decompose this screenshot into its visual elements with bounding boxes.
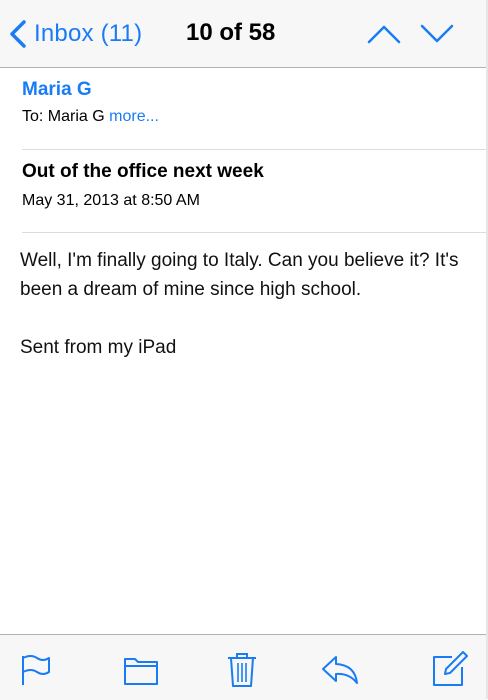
message-date: May 31, 2013 at 8:50 AM <box>22 192 200 209</box>
chevron-left-icon <box>10 20 26 48</box>
back-to-inbox-button[interactable]: Inbox (11) <box>8 14 142 54</box>
message-view: Maria G To: Maria G more... Out of the o… <box>0 68 487 700</box>
folder-icon <box>124 658 158 685</box>
bottom-toolbar <box>0 634 487 700</box>
chevron-up-icon <box>367 25 401 44</box>
previous-message-button[interactable] <box>366 20 402 48</box>
compose-icon <box>433 651 468 686</box>
back-label: Inbox (11) <box>34 20 143 47</box>
trash-icon <box>228 653 256 687</box>
signature: Sent from my iPad <box>20 337 177 358</box>
move-to-folder-button[interactable] <box>121 649 161 689</box>
flag-icon <box>22 655 50 685</box>
body-paragraph: Well, I'm finally going to Italy. Can yo… <box>20 250 459 300</box>
reply-button[interactable] <box>320 649 360 689</box>
body-divider <box>22 232 487 233</box>
flag-button[interactable] <box>16 649 56 689</box>
chevron-down-icon <box>420 24 454 43</box>
compose-button[interactable] <box>430 649 470 689</box>
more-recipients-link[interactable]: more... <box>109 108 159 125</box>
reply-icon <box>322 656 358 684</box>
delete-button[interactable] <box>222 649 262 689</box>
navigation-bar: Inbox (11) 10 of 58 <box>0 0 487 68</box>
recipient-line: To: Maria G more... <box>22 108 159 126</box>
sender-name[interactable]: Maria G <box>22 79 92 101</box>
message-position: 10 of 58 <box>186 19 276 46</box>
header-divider <box>22 149 487 150</box>
message-subject: Out of the office next week <box>22 161 264 182</box>
next-message-button[interactable] <box>419 20 455 48</box>
message-body: Well, I'm finally going to Italy. Can yo… <box>20 246 470 362</box>
recipient-name[interactable]: Maria G <box>48 108 105 125</box>
to-prefix: To: <box>22 108 44 125</box>
